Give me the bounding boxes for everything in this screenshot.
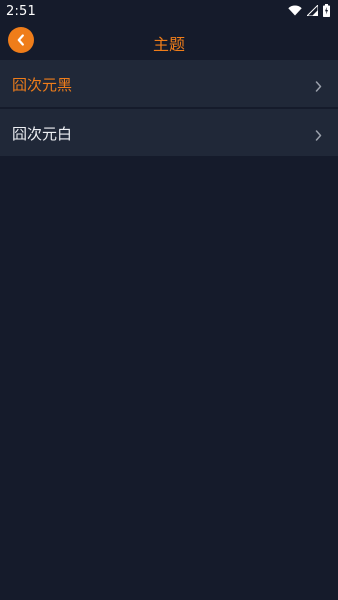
- status-icons: [288, 4, 330, 17]
- page-title: 主题: [152, 35, 185, 54]
- battery-icon: [323, 4, 330, 17]
- chevron-right-icon: [315, 126, 322, 145]
- wifi-icon: [288, 5, 302, 16]
- theme-option-light[interactable]: 囧次元白: [0, 109, 338, 156]
- theme-settings-screen: 2:51 主题 囧次元黑 囧次元白: [0, 0, 338, 600]
- app-bar: 主题: [0, 24, 338, 58]
- theme-option-label: 囧次元黑: [12, 76, 73, 94]
- theme-option-dark[interactable]: 囧次元黑: [0, 60, 338, 107]
- status-bar: 2:51: [0, 0, 338, 24]
- theme-option-label: 囧次元白: [12, 125, 73, 143]
- chevron-right-icon: [315, 77, 322, 96]
- status-time: 2:51: [6, 4, 36, 19]
- theme-list: 囧次元黑 囧次元白: [0, 60, 338, 158]
- cell-signal-icon: [307, 5, 318, 16]
